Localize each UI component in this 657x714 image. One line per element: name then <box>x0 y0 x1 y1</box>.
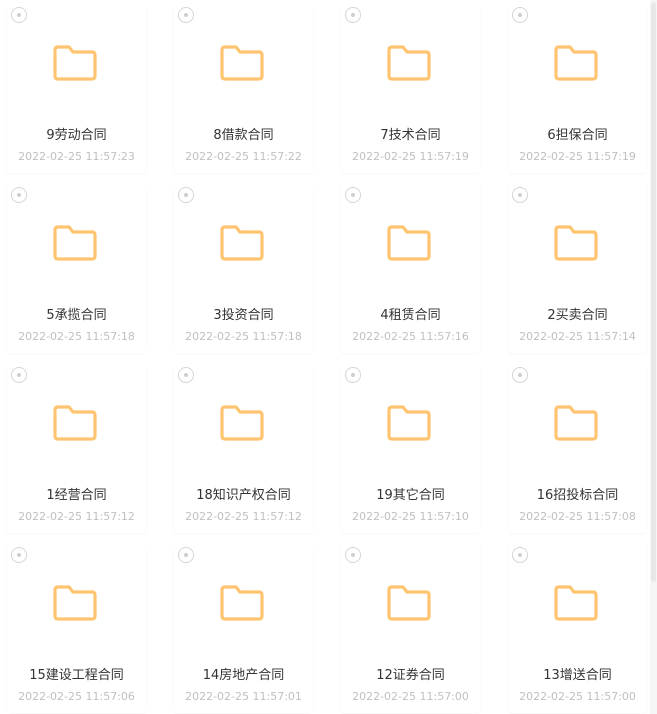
folder-name: 7技术合同 <box>380 128 441 143</box>
select-radio[interactable] <box>345 7 361 23</box>
folder-name: 14房地产合同 <box>202 668 285 683</box>
folder-timestamp: 2022-02-25 11:57:00 <box>519 690 636 703</box>
folder-name: 12证券合同 <box>376 668 445 683</box>
folder-card[interactable]: 3投资合同 2022-02-25 11:57:18 <box>174 183 313 353</box>
folder-icon <box>52 583 98 623</box>
select-radio[interactable] <box>512 187 528 203</box>
folder-timestamp: 2022-02-25 11:57:12 <box>18 510 135 523</box>
folder-card[interactable]: 18知识产权合同 2022-02-25 11:57:12 <box>174 363 313 533</box>
folder-icon <box>219 43 265 83</box>
scrollbar-thumb[interactable] <box>651 2 656 582</box>
folder-timestamp: 2022-02-25 11:57:14 <box>519 330 636 343</box>
folder-timestamp: 2022-02-25 11:57:01 <box>185 690 302 703</box>
folder-timestamp: 2022-02-25 11:57:08 <box>519 510 636 523</box>
folder-icon <box>219 223 265 263</box>
folder-name: 18知识产权合同 <box>196 488 291 503</box>
folder-timestamp: 2022-02-25 11:57:18 <box>18 330 135 343</box>
folder-name: 15建设工程合同 <box>29 668 124 683</box>
select-radio[interactable] <box>11 367 27 383</box>
folder-card[interactable]: 1经营合同 2022-02-25 11:57:12 <box>7 363 146 533</box>
select-radio[interactable] <box>512 367 528 383</box>
folder-timestamp: 2022-02-25 11:57:12 <box>185 510 302 523</box>
file-grid-view: 9劳动合同 2022-02-25 11:57:23 8借款合同 2022-02-25 … <box>0 0 657 714</box>
folder-card[interactable]: 16招投标合同 2022-02-25 11:57:08 <box>508 363 647 533</box>
folder-name: 16招投标合同 <box>536 488 619 503</box>
folder-icon <box>386 223 432 263</box>
folder-card[interactable]: 8借款合同 2022-02-25 11:57:22 <box>174 3 313 173</box>
folder-card[interactable]: 15建设工程合同 2022-02-25 11:57:06 <box>7 543 146 713</box>
folder-card[interactable]: 4租赁合同 2022-02-25 11:57:16 <box>341 183 480 353</box>
folder-name: 5承揽合同 <box>46 308 107 323</box>
select-radio[interactable] <box>345 547 361 563</box>
select-radio[interactable] <box>345 367 361 383</box>
select-radio[interactable] <box>178 367 194 383</box>
folder-icon <box>553 223 599 263</box>
folder-timestamp: 2022-02-25 11:57:00 <box>352 690 469 703</box>
folder-name: 3投资合同 <box>213 308 274 323</box>
folder-timestamp: 2022-02-25 11:57:18 <box>185 330 302 343</box>
folder-timestamp: 2022-02-25 11:57:06 <box>18 690 135 703</box>
folder-card[interactable]: 6担保合同 2022-02-25 11:57:19 <box>508 3 647 173</box>
folder-name: 13增送合同 <box>543 668 612 683</box>
select-radio[interactable] <box>178 547 194 563</box>
folder-icon <box>553 403 599 443</box>
select-radio[interactable] <box>178 7 194 23</box>
select-radio[interactable] <box>178 187 194 203</box>
folder-card[interactable]: 5承揽合同 2022-02-25 11:57:18 <box>7 183 146 353</box>
folder-timestamp: 2022-02-25 11:57:16 <box>352 330 469 343</box>
select-radio[interactable] <box>512 7 528 23</box>
folder-card[interactable]: 7技术合同 2022-02-25 11:57:19 <box>341 3 480 173</box>
select-radio[interactable] <box>345 187 361 203</box>
folder-icon <box>52 43 98 83</box>
folder-timestamp: 2022-02-25 11:57:19 <box>519 150 636 163</box>
folder-timestamp: 2022-02-25 11:57:22 <box>185 150 302 163</box>
folder-card[interactable]: 13增送合同 2022-02-25 11:57:00 <box>508 543 647 713</box>
folder-timestamp: 2022-02-25 11:57:23 <box>18 150 135 163</box>
folder-icon <box>219 403 265 443</box>
folder-name: 9劳动合同 <box>46 128 107 143</box>
folder-card[interactable]: 14房地产合同 2022-02-25 11:57:01 <box>174 543 313 713</box>
folder-card[interactable]: 19其它合同 2022-02-25 11:57:10 <box>341 363 480 533</box>
folder-card[interactable]: 2买卖合同 2022-02-25 11:57:14 <box>508 183 647 353</box>
select-radio[interactable] <box>11 547 27 563</box>
folder-timestamp: 2022-02-25 11:57:10 <box>352 510 469 523</box>
folder-icon <box>386 403 432 443</box>
folder-name: 2买卖合同 <box>547 308 608 323</box>
folder-icon <box>386 583 432 623</box>
folder-name: 8借款合同 <box>213 128 274 143</box>
folder-card[interactable]: 12证券合同 2022-02-25 11:57:00 <box>341 543 480 713</box>
folder-icon <box>386 43 432 83</box>
folder-icon <box>52 403 98 443</box>
select-radio[interactable] <box>512 547 528 563</box>
folder-name: 1经营合同 <box>46 488 107 503</box>
folder-timestamp: 2022-02-25 11:57:19 <box>352 150 469 163</box>
folder-name: 19其它合同 <box>376 488 445 503</box>
folder-icon <box>219 583 265 623</box>
select-radio[interactable] <box>11 187 27 203</box>
folder-card[interactable]: 9劳动合同 2022-02-25 11:57:23 <box>7 3 146 173</box>
folder-icon <box>52 223 98 263</box>
select-radio[interactable] <box>11 7 27 23</box>
folder-icon <box>553 43 599 83</box>
folder-name: 6担保合同 <box>547 128 608 143</box>
folder-name: 4租赁合同 <box>380 308 441 323</box>
vertical-scrollbar[interactable] <box>650 0 657 714</box>
folder-icon <box>553 583 599 623</box>
